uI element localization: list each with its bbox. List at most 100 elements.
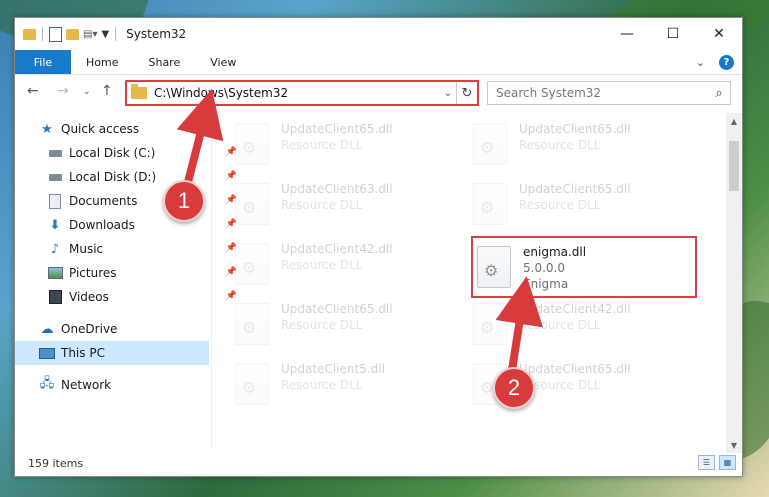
file-type: Resource DLL — [281, 138, 363, 152]
search-icon[interactable]: ⌕ — [708, 86, 730, 101]
documents-icon — [47, 193, 63, 209]
file-name: UpdateClient65.dll — [519, 122, 631, 136]
customize-toolbar-icon[interactable]: ▤▾ — [83, 29, 97, 40]
sidebar-item-network[interactable]: 🖧 Network — [15, 373, 233, 397]
address-path[interactable]: C:\Windows\System32 — [154, 86, 440, 100]
scroll-thumb[interactable] — [729, 141, 739, 191]
tab-home[interactable]: Home — [71, 50, 133, 74]
sidebar-item-label: OneDrive — [61, 322, 118, 336]
sidebar-item-documents[interactable]: Documents 📌 — [15, 189, 241, 213]
new-folder-icon[interactable] — [66, 28, 79, 40]
navigation-bar: ← → ⌄ ↑ C:\Windows\System32 ⌄ ↻ ⌕ — [15, 75, 742, 109]
dll-file-icon — [235, 183, 269, 225]
maximize-button[interactable]: ☐ — [650, 18, 696, 50]
tab-share[interactable]: Share — [133, 50, 195, 74]
file-name: UpdateClient5.dll — [281, 362, 385, 376]
drive-icon — [47, 169, 63, 185]
sidebar-item-label: Network — [61, 378, 112, 392]
sidebar-item-local-disk-d[interactable]: Local Disk (D:) 📌 — [15, 165, 241, 189]
chevron-down-icon[interactable]: ⌄ — [440, 88, 456, 99]
sidebar-item-pictures[interactable]: Pictures 📌 — [15, 261, 241, 285]
file-type: Resource DLL — [519, 318, 601, 332]
file-item[interactable]: UpdateClient5.dll Resource DLL — [235, 359, 460, 411]
file-version: 5.0.0.0 — [523, 261, 565, 275]
toolbar-separator — [42, 27, 43, 41]
sidebar-item-quick-access[interactable]: ★ Quick access — [15, 117, 233, 141]
file-name: UpdateClient65.dll — [519, 182, 631, 196]
sidebar-item-label: Pictures — [69, 266, 117, 280]
folder-icon — [131, 84, 147, 99]
sidebar-item-videos[interactable]: Videos 📌 — [15, 285, 241, 309]
forward-arrow-icon[interactable]: → — [57, 83, 69, 99]
file-type: Resource DLL — [519, 138, 601, 152]
file-item[interactable]: UpdateClient65.dll Resource DLL — [235, 299, 460, 351]
quick-access-toolbar: ▤▾ ▼ — [15, 26, 118, 42]
downloads-icon: ⬇ — [49, 217, 61, 233]
file-name: UpdateClient65.dll — [519, 362, 631, 376]
ribbon-right-controls: ⌄ ? — [696, 50, 734, 74]
dll-file-icon — [473, 123, 507, 165]
sidebar-item-label: This PC — [61, 346, 105, 360]
search-box[interactable]: ⌕ — [487, 81, 731, 105]
file-item-enigma-dll[interactable]: enigma.dll 5.0.0.0 Enigma — [471, 236, 697, 298]
vertical-scrollbar[interactable]: ▲ ▼ — [726, 113, 742, 453]
pane-divider[interactable] — [211, 111, 212, 448]
network-icon: 🖧 — [39, 376, 55, 391]
folder-icon — [23, 28, 36, 40]
file-type: Resource DLL — [281, 198, 363, 212]
file-item[interactable]: UpdateClient42.dll Resource DLL — [235, 239, 460, 291]
file-item[interactable]: UpdateClient42.dll Resource DLL — [473, 299, 698, 351]
minimize-button[interactable]: — — [604, 18, 650, 50]
file-name: UpdateClient65.dll — [281, 302, 393, 316]
dll-file-icon — [477, 246, 511, 288]
large-icons-view-icon[interactable]: ▦ — [719, 455, 736, 470]
sidebar-item-this-pc[interactable]: This PC — [15, 341, 209, 365]
refresh-icon[interactable]: ↻ — [456, 82, 477, 104]
file-list: UpdateClient65.dll Resource DLL UpdateCli… — [221, 113, 726, 448]
properties-icon[interactable] — [49, 26, 62, 42]
file-type: Resource DLL — [519, 198, 601, 212]
view-toggle: ☰ ▦ — [698, 455, 736, 470]
tab-file[interactable]: File — [15, 50, 71, 74]
step-1-badge: 1 — [163, 180, 205, 222]
file-name: enigma.dll — [523, 245, 587, 259]
dll-file-icon — [235, 363, 269, 405]
sidebar-item-label: Local Disk (C:) — [69, 146, 156, 160]
window-controls: — ☐ ✕ — [604, 18, 742, 50]
computer-icon — [39, 345, 55, 361]
help-icon[interactable]: ? — [719, 54, 734, 70]
file-name: UpdateClient63.dll — [281, 182, 393, 196]
file-item[interactable]: UpdateClient65.dll Resource DLL — [473, 119, 698, 171]
sidebar-item-downloads[interactable]: ⬇ Downloads 📌 — [15, 213, 241, 237]
recent-locations-icon[interactable]: ⌄ — [83, 87, 91, 97]
chevron-down-icon[interactable]: ⌄ — [696, 56, 705, 69]
sidebar-item-local-disk-c[interactable]: Local Disk (C:) 📌 — [15, 141, 241, 165]
file-item[interactable]: UpdateClient65.dll Resource DLL — [235, 119, 460, 171]
sidebar-item-label: Local Disk (D:) — [69, 170, 157, 184]
item-count: 159 items — [28, 456, 84, 470]
sidebar-item-label: Music — [69, 242, 104, 256]
file-item[interactable]: UpdateClient65.dll Resource DLL — [473, 179, 698, 231]
file-name: UpdateClient65.dll — [281, 122, 393, 136]
search-input[interactable] — [488, 85, 708, 101]
file-item[interactable]: UpdateClient63.dll Resource DLL — [235, 179, 460, 231]
step-2-badge: 2 — [493, 367, 535, 409]
tab-view[interactable]: View — [195, 50, 251, 74]
videos-icon — [47, 289, 63, 305]
sidebar-item-label: Quick access — [61, 122, 140, 136]
address-bar[interactable]: C:\Windows\System32 ⌄ ↻ — [125, 80, 479, 106]
sidebar-item-label: Videos — [69, 290, 109, 304]
back-arrow-icon[interactable]: ← — [27, 83, 39, 99]
toolbar-dropdown-icon[interactable]: ▼ — [101, 29, 109, 40]
sidebar-item-label: Documents — [69, 194, 138, 208]
sidebar-item-music[interactable]: ♪ Music 📌 — [15, 237, 241, 261]
toolbar-separator — [115, 27, 117, 41]
dll-file-icon — [473, 303, 507, 345]
sidebar-item-onedrive[interactable]: ☁ OneDrive — [15, 317, 233, 341]
close-button[interactable]: ✕ — [696, 18, 742, 50]
details-view-icon[interactable]: ☰ — [698, 455, 715, 470]
title-bar: ▤▾ ▼ System32 — ☐ ✕ — [15, 18, 742, 50]
scroll-up-icon[interactable]: ▲ — [726, 113, 742, 129]
up-arrow-icon[interactable]: ↑ — [101, 83, 113, 99]
status-bar: 159 items ☰ ▦ — [15, 450, 742, 476]
